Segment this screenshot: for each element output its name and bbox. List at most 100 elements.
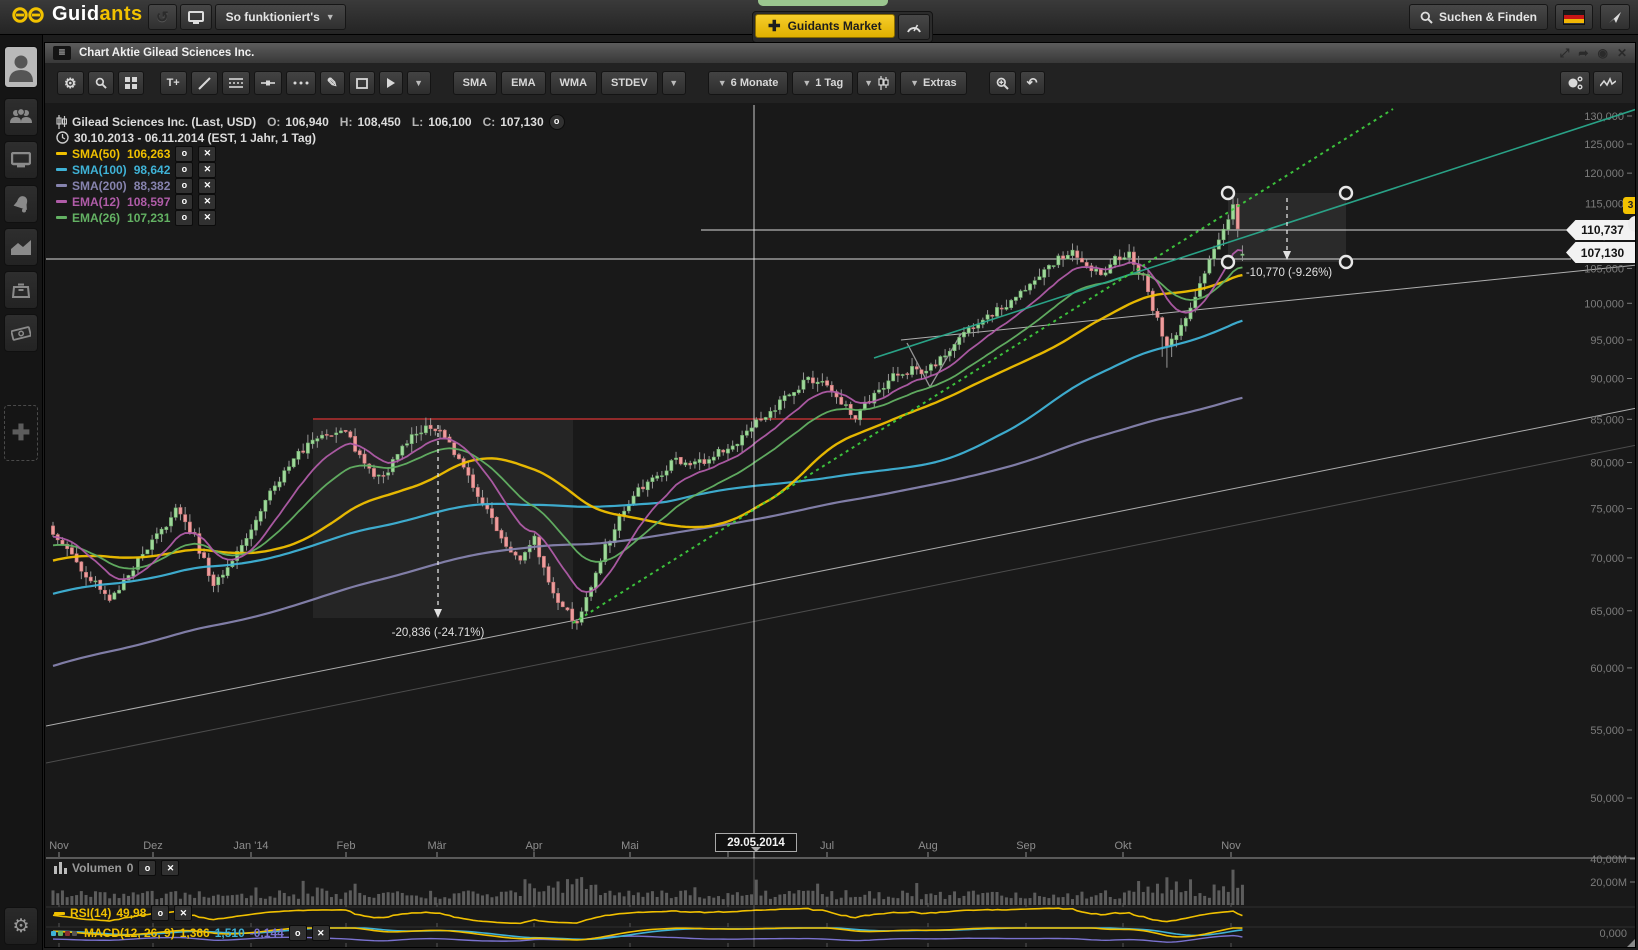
zoom-in-icon <box>996 77 1009 90</box>
svg-text:130,000: 130,000 <box>1584 111 1624 123</box>
price-tag-last: 107,130 <box>1566 242 1636 263</box>
close-icon[interactable]: ✕ <box>1617 46 1627 60</box>
sidebar-item-profile[interactable] <box>4 46 38 88</box>
guidants-market-button[interactable]: ✚Guidants Market <box>755 14 895 38</box>
svg-text:105,000: 105,000 <box>1584 263 1624 275</box>
indicator-settings-button[interactable]: o <box>175 146 193 162</box>
candlestick-icon <box>56 115 67 129</box>
pointer-tool-button[interactable] <box>379 71 403 95</box>
undo-button[interactable]: ↶ <box>1020 71 1045 95</box>
indicator-settings-button[interactable]: o <box>175 210 193 226</box>
sidebar-item-desktop[interactable] <box>4 141 38 179</box>
edge-notification-badge[interactable]: 3 <box>1623 197 1636 214</box>
dotted-line-icon <box>293 80 309 86</box>
sidebar-item-drawer[interactable] <box>4 271 38 309</box>
monitor-icon <box>11 152 31 168</box>
add-widget-button[interactable]: ✚ <box>4 405 38 461</box>
extras-select[interactable]: ▼Extras <box>900 71 967 95</box>
wma-button[interactable]: WMA <box>550 71 598 95</box>
svg-text:Feb: Feb <box>337 840 356 852</box>
expand-icon[interactable]: ⤢ <box>1560 46 1570 61</box>
bubbles-view-button[interactable] <box>1560 71 1590 95</box>
sidebar-item-markets[interactable] <box>4 228 38 266</box>
dotted-line-tool-button[interactable] <box>286 71 316 95</box>
indicator-settings-button[interactable]: o <box>175 178 193 194</box>
pulse-view-button[interactable] <box>1593 71 1623 95</box>
horizontal-line-tool-button[interactable] <box>254 71 282 95</box>
trendline-tool-button[interactable] <box>191 71 218 95</box>
svg-text:Aug: Aug <box>918 840 938 852</box>
how-it-works-button[interactable]: So funktioniert's▼ <box>215 4 346 30</box>
cursor-icon <box>386 77 396 89</box>
rsi-remove-button[interactable]: ✕ <box>174 905 192 921</box>
sidebar-item-people[interactable] <box>4 98 38 136</box>
rsi-settings-button[interactable]: o <box>151 905 169 921</box>
indicator-remove-button[interactable]: ✕ <box>198 194 216 210</box>
low-value: 106,100 <box>428 115 471 129</box>
price-tag-upper[interactable]: 110,737 <box>1566 220 1636 240</box>
interval-select[interactable]: ▼1 Tag <box>792 71 853 95</box>
sidebar-item-money[interactable] <box>4 314 38 352</box>
candlestick-icon <box>877 76 889 90</box>
freehand-tool-button[interactable]: ✎ <box>320 71 345 95</box>
period-select[interactable]: ▼6 Monate <box>708 71 789 95</box>
svg-text:125,000: 125,000 <box>1584 139 1624 151</box>
pencil-icon: ✎ <box>327 75 338 91</box>
reload-button[interactable]: ↺ <box>148 4 177 30</box>
bell-icon <box>13 195 30 213</box>
more-indicators-button[interactable]: ▼ <box>662 71 686 95</box>
search-button[interactable]: Suchen & Finden <box>1409 4 1548 30</box>
instrument-search-button[interactable] <box>88 71 114 95</box>
chart-canvas[interactable]: NovDezJan '14FebMärAprMaiJunJulAugSepOkt… <box>46 103 1636 948</box>
indicator-remove-button[interactable]: ✕ <box>198 178 216 194</box>
indicator-settings-button[interactable]: o <box>175 162 193 178</box>
instrument-settings-button[interactable]: o <box>549 114 565 130</box>
indicator-remove-button[interactable]: ✕ <box>198 210 216 226</box>
svg-text:90,000: 90,000 <box>1590 373 1624 385</box>
svg-text:115,000: 115,000 <box>1585 199 1624 211</box>
legend-indicator-sma50: SMA(50)106,263o✕ <box>56 146 565 161</box>
rectangle-tool-button[interactable] <box>349 71 375 95</box>
ema-button[interactable]: EMA <box>501 71 545 95</box>
clock-icon <box>56 131 69 144</box>
text-tool-button[interactable]: T+ <box>160 71 187 95</box>
record-icon[interactable]: ◉ <box>1597 46 1607 60</box>
volume-settings-button[interactable]: o <box>138 860 156 876</box>
sma-button[interactable]: SMA <box>453 71 497 95</box>
chevron-down-icon: ▼ <box>326 12 335 22</box>
crosshair-date-tag: 29.05.2014 <box>715 833 797 852</box>
chart-type-select[interactable]: ▼ <box>857 71 896 95</box>
chart-settings-button[interactable]: ⚙ <box>57 71 84 95</box>
zoom-button[interactable] <box>989 71 1016 95</box>
grid-icon <box>125 77 137 89</box>
chevron-down-icon: ▼ <box>910 78 919 88</box>
settings-button[interactable]: ⚙ <box>4 907 38 945</box>
sidebar-item-alerts[interactable] <box>4 185 38 223</box>
macd-settings-button[interactable]: o <box>289 925 307 941</box>
widget-menu-icon[interactable]: ≡ <box>53 46 71 60</box>
macd-remove-button[interactable]: ✕ <box>312 925 330 941</box>
svg-text:85,000: 85,000 <box>1590 414 1624 426</box>
svg-text:0,000: 0,000 <box>1599 928 1627 940</box>
indicator-settings-button[interactable]: o <box>175 194 193 210</box>
svg-text:Nov: Nov <box>49 840 69 852</box>
svg-text:95,000: 95,000 <box>1590 335 1624 347</box>
export-icon[interactable]: ➦ <box>1578 46 1588 60</box>
indicator-remove-button[interactable]: ✕ <box>198 162 216 178</box>
language-flag-button[interactable] <box>1555 4 1593 30</box>
chevron-down-icon: ▼ <box>414 78 423 88</box>
widget-titlebar[interactable]: ≡ Chart Aktie Gilead Sciences Inc. ⤢ ➦ ◉… <box>45 43 1635 64</box>
stdev-button[interactable]: STDEV <box>601 71 658 95</box>
notification-tab[interactable] <box>758 0 888 6</box>
chart-legend: Gilead Sciences Inc. (Last, USD) O:106,9… <box>56 114 565 226</box>
indicator-remove-button[interactable]: ✕ <box>198 146 216 162</box>
layout-grid-button[interactable] <box>118 71 144 95</box>
guidants-logo[interactable]: Guidants <box>12 3 143 26</box>
volume-remove-button[interactable]: ✕ <box>161 860 179 876</box>
screen-button[interactable] <box>180 4 212 30</box>
fibonacci-tool-button[interactable] <box>222 71 250 95</box>
svg-text:80,000: 80,000 <box>1590 458 1624 470</box>
more-tools-button[interactable]: ▼ <box>407 71 431 95</box>
gauge-button[interactable] <box>898 14 930 40</box>
send-button[interactable] <box>1600 4 1630 30</box>
